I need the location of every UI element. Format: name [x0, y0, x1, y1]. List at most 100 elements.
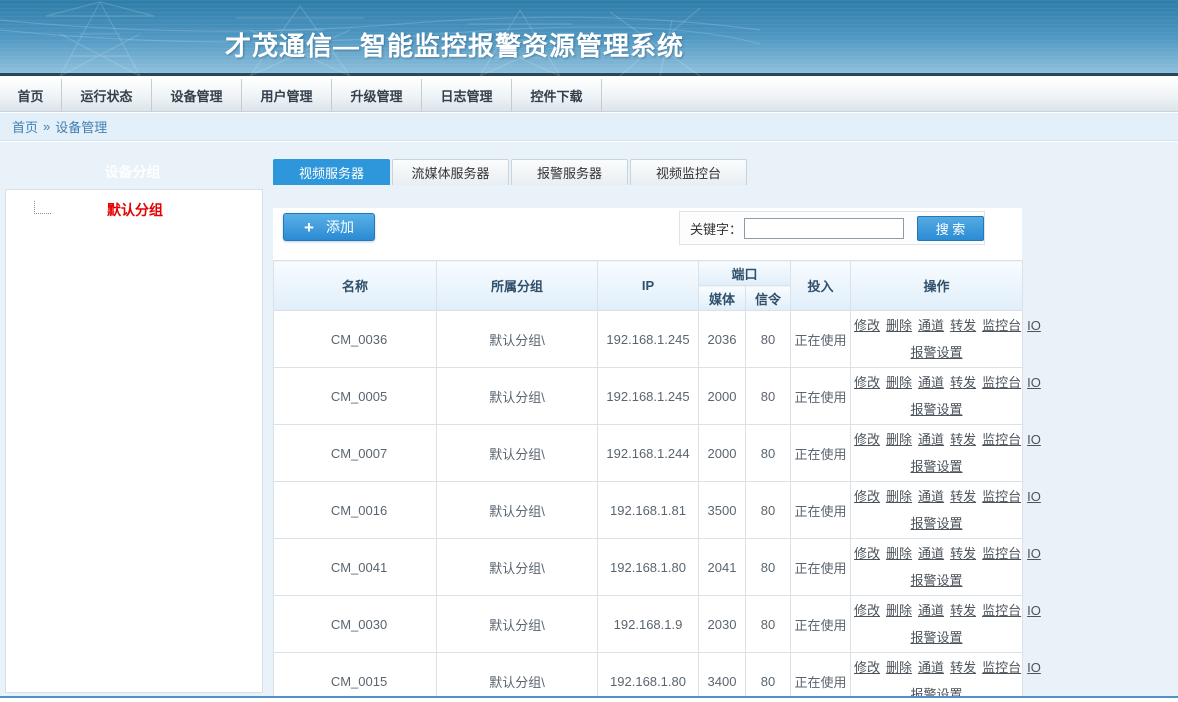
action-link-edit[interactable]: 修改	[854, 546, 880, 561]
action-link-monitor-console[interactable]: 监控台	[982, 489, 1021, 504]
action-link-delete[interactable]: 删除	[886, 375, 912, 390]
nav-item-home[interactable]: 首页	[0, 79, 62, 111]
tab-stream-media-server[interactable]: 流媒体服务器	[392, 159, 509, 185]
device-signal-port-cell: 80	[746, 482, 791, 539]
device-group-cell: 默认分组\	[437, 311, 598, 368]
app-title: 才茂通信—智能监控报警资源管理系统	[225, 26, 684, 63]
action-link-monitor-console[interactable]: 监控台	[982, 432, 1021, 447]
action-link-io[interactable]: IO	[1027, 489, 1041, 504]
action-link-delete[interactable]: 删除	[886, 546, 912, 561]
action-link-channel[interactable]: 通道	[918, 660, 944, 675]
device-status-cell: 正在使用	[791, 368, 851, 425]
action-links-line2: 报警设置	[851, 339, 1022, 366]
device-name-cell: CM_0036	[274, 311, 437, 368]
action-link-delete[interactable]: 删除	[886, 660, 912, 675]
device-name-cell: CM_0007	[274, 425, 437, 482]
device-ip-cell: 192.168.1.80	[598, 539, 699, 596]
action-link-edit[interactable]: 修改	[854, 489, 880, 504]
col-header-group: 所属分组	[437, 261, 598, 311]
action-link-alarm-settings[interactable]: 报警设置	[911, 402, 963, 417]
col-header-actions: 操作	[851, 261, 1023, 311]
device-ip-cell: 192.168.1.9	[598, 596, 699, 653]
action-link-delete[interactable]: 删除	[886, 318, 912, 333]
action-link-forward[interactable]: 转发	[950, 489, 976, 504]
action-links-line2: 报警设置	[851, 396, 1022, 423]
add-button[interactable]: + 添加	[283, 213, 375, 241]
main-nav: 首页运行状态设备管理用户管理升级管理日志管理控件下载	[0, 79, 1178, 112]
action-link-delete[interactable]: 删除	[886, 432, 912, 447]
action-link-io[interactable]: IO	[1027, 546, 1041, 561]
tree-item-default-group[interactable]: 默认分组	[6, 201, 262, 219]
table-row: CM_0007 默认分组\ 192.168.1.244 2000 80 正在使用…	[274, 425, 1023, 482]
action-link-edit[interactable]: 修改	[854, 318, 880, 333]
action-link-channel[interactable]: 通道	[918, 375, 944, 390]
action-links-line1: 修改删除通道转发监控台IO	[851, 597, 1022, 624]
action-link-delete[interactable]: 删除	[886, 603, 912, 618]
tab-video-server[interactable]: 视频服务器	[273, 159, 390, 185]
device-actions-cell: 修改删除通道转发监控台IO 报警设置	[851, 311, 1023, 368]
nav-item-upgrade-management[interactable]: 升级管理	[332, 79, 422, 111]
action-link-edit[interactable]: 修改	[854, 603, 880, 618]
keyword-input[interactable]	[744, 218, 904, 239]
nav-item-user-management[interactable]: 用户管理	[242, 79, 332, 111]
breadcrumb-separator-icon: »	[43, 119, 50, 134]
action-link-io[interactable]: IO	[1027, 660, 1041, 675]
device-name-cell: CM_0016	[274, 482, 437, 539]
device-actions-cell: 修改删除通道转发监控台IO 报警设置	[851, 653, 1023, 702]
action-link-monitor-console[interactable]: 监控台	[982, 660, 1021, 675]
action-link-alarm-settings[interactable]: 报警设置	[911, 459, 963, 474]
action-link-alarm-settings[interactable]: 报警设置	[911, 516, 963, 531]
action-links-line1: 修改删除通道转发监控台IO	[851, 369, 1022, 396]
action-link-io[interactable]: IO	[1027, 318, 1041, 333]
action-link-edit[interactable]: 修改	[854, 432, 880, 447]
table-row: CM_0030 默认分组\ 192.168.1.9 2030 80 正在使用 修…	[274, 596, 1023, 653]
action-link-forward[interactable]: 转发	[950, 432, 976, 447]
device-status-cell: 正在使用	[791, 425, 851, 482]
action-link-monitor-console[interactable]: 监控台	[982, 318, 1021, 333]
nav-item-device-management[interactable]: 设备管理	[152, 79, 242, 111]
device-ip-cell: 192.168.1.245	[598, 311, 699, 368]
search-button[interactable]: 搜 索	[917, 216, 984, 241]
action-link-forward[interactable]: 转发	[950, 660, 976, 675]
action-link-forward[interactable]: 转发	[950, 603, 976, 618]
action-link-channel[interactable]: 通道	[918, 546, 944, 561]
action-link-forward[interactable]: 转发	[950, 546, 976, 561]
action-link-io[interactable]: IO	[1027, 375, 1041, 390]
action-link-alarm-settings[interactable]: 报警设置	[911, 630, 963, 645]
action-link-forward[interactable]: 转发	[950, 318, 976, 333]
action-link-alarm-settings[interactable]: 报警设置	[911, 573, 963, 588]
action-link-channel[interactable]: 通道	[918, 318, 944, 333]
device-actions-cell: 修改删除通道转发监控台IO 报警设置	[851, 539, 1023, 596]
action-link-delete[interactable]: 删除	[886, 489, 912, 504]
action-links-line1: 修改删除通道转发监控台IO	[851, 540, 1022, 567]
tree-item-label: 默认分组	[107, 203, 163, 217]
nav-item-log-management[interactable]: 日志管理	[422, 79, 512, 111]
action-link-edit[interactable]: 修改	[854, 375, 880, 390]
action-link-channel[interactable]: 通道	[918, 603, 944, 618]
nav-item-running-status[interactable]: 运行状态	[62, 79, 152, 111]
device-media-port-cell: 2000	[699, 368, 746, 425]
device-group-cell: 默认分组\	[437, 539, 598, 596]
device-table-body: CM_0036 默认分组\ 192.168.1.245 2036 80 正在使用…	[274, 311, 1023, 702]
page: 才茂通信—智能监控报警资源管理系统 首页运行状态设备管理用户管理升级管理日志管理…	[0, 0, 1178, 702]
action-link-io[interactable]: IO	[1027, 432, 1041, 447]
nav-item-control-download[interactable]: 控件下载	[512, 79, 602, 111]
action-link-channel[interactable]: 通道	[918, 489, 944, 504]
action-link-monitor-console[interactable]: 监控台	[982, 375, 1021, 390]
action-links-line1: 修改删除通道转发监控台IO	[851, 312, 1022, 339]
table-row: CM_0005 默认分组\ 192.168.1.245 2000 80 正在使用…	[274, 368, 1023, 425]
device-name-cell: CM_0005	[274, 368, 437, 425]
action-link-io[interactable]: IO	[1027, 603, 1041, 618]
breadcrumb-home[interactable]: 首页	[12, 117, 38, 136]
breadcrumb-current: 设备管理	[55, 117, 107, 136]
breadcrumb: 首页 » 设备管理	[0, 113, 1178, 141]
action-link-edit[interactable]: 修改	[854, 660, 880, 675]
tab-video-monitor-console[interactable]: 视频监控台	[630, 159, 747, 185]
action-link-channel[interactable]: 通道	[918, 432, 944, 447]
action-link-monitor-console[interactable]: 监控台	[982, 546, 1021, 561]
action-link-alarm-settings[interactable]: 报警设置	[911, 345, 963, 360]
device-media-port-cell: 3400	[699, 653, 746, 702]
action-link-forward[interactable]: 转发	[950, 375, 976, 390]
action-link-monitor-console[interactable]: 监控台	[982, 603, 1021, 618]
tab-alarm-server[interactable]: 报警服务器	[511, 159, 628, 185]
